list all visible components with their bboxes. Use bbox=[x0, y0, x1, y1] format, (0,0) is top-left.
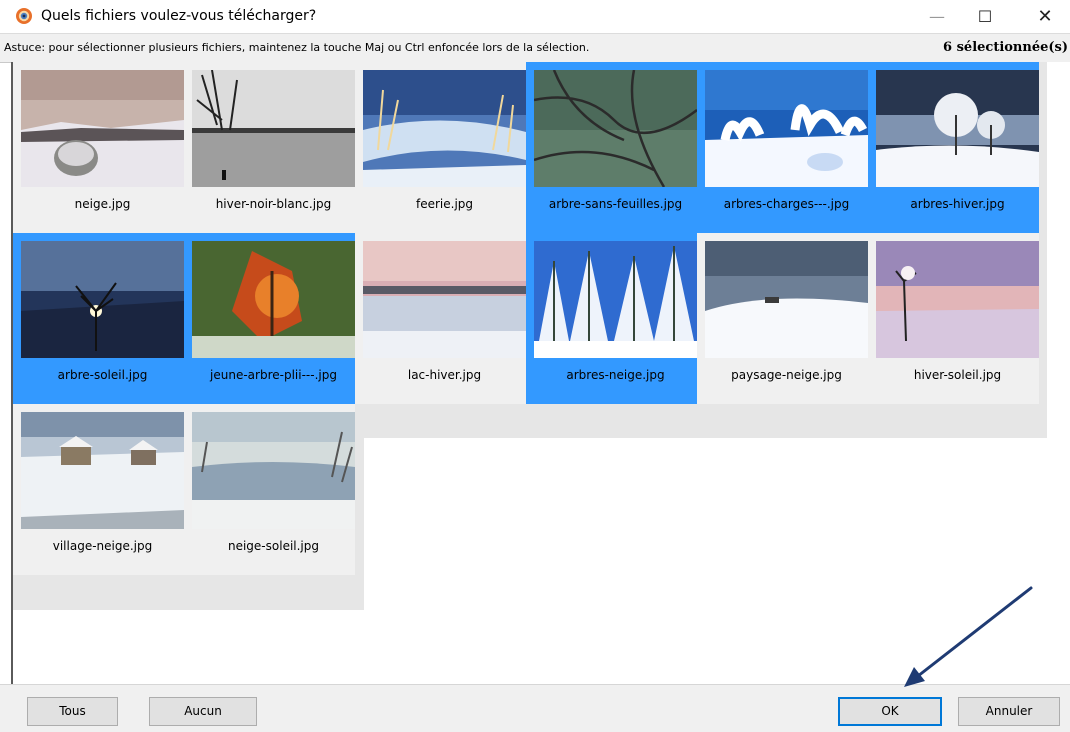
file-tile[interactable]: hiver-noir-blanc.jpg bbox=[184, 62, 355, 233]
file-tile[interactable]: arbre-sans-feuilles.jpg bbox=[526, 62, 697, 233]
file-name: lac-hiver.jpg bbox=[363, 358, 526, 393]
file-tile[interactable]: paysage-neige.jpg bbox=[697, 233, 868, 404]
file-name: arbre-sans-feuilles.jpg bbox=[534, 187, 697, 222]
file-thumbnail bbox=[363, 70, 526, 187]
select-none-button[interactable]: Aucun bbox=[149, 697, 257, 726]
window-title: Quels fichiers voulez-vous télécharger? bbox=[41, 8, 317, 24]
maximize-button[interactable]: ☐ bbox=[962, 0, 1008, 33]
file-name: arbres-hiver.jpg bbox=[876, 187, 1039, 222]
title-bar: Quels fichiers voulez-vous télécharger? … bbox=[0, 0, 1070, 33]
select-all-button[interactable]: Tous bbox=[27, 697, 118, 726]
file-name: arbres-charges---.jpg bbox=[705, 187, 868, 222]
hint-bar: Astuce: pour sélectionner plusieurs fich… bbox=[0, 33, 1070, 63]
file-thumbnail bbox=[876, 70, 1039, 187]
file-name: feerie.jpg bbox=[363, 187, 526, 222]
hint-text: Astuce: pour sélectionner plusieurs fich… bbox=[4, 41, 590, 54]
file-thumbnail bbox=[534, 70, 697, 187]
file-name: village-neige.jpg bbox=[21, 529, 184, 564]
minimize-button[interactable]: — bbox=[914, 0, 960, 33]
file-tile[interactable]: village-neige.jpg bbox=[13, 404, 184, 575]
file-tile[interactable]: arbres-charges---.jpg bbox=[697, 62, 868, 233]
file-tile[interactable]: arbre-soleil.jpg bbox=[13, 233, 184, 404]
cancel-button[interactable]: Annuler bbox=[958, 697, 1060, 726]
file-thumbnail bbox=[21, 241, 184, 358]
close-button[interactable]: ✕ bbox=[1022, 0, 1068, 33]
file-name: hiver-noir-blanc.jpg bbox=[192, 187, 355, 222]
file-thumbnail bbox=[705, 70, 868, 187]
file-tile[interactable]: jeune-arbre-plii---.jpg bbox=[184, 233, 355, 404]
file-name: jeune-arbre-plii---.jpg bbox=[192, 358, 355, 393]
file-tile[interactable]: arbres-neige.jpg bbox=[526, 233, 697, 404]
file-tile[interactable]: neige.jpg bbox=[13, 62, 184, 233]
file-thumbnail bbox=[192, 241, 355, 358]
file-thumbnail bbox=[876, 241, 1039, 358]
file-thumbnail bbox=[534, 241, 697, 358]
file-grid: neige.jpg hiver-noir-blanc.jpg feerie.jp… bbox=[11, 62, 1070, 684]
file-tile[interactable]: neige-soleil.jpg bbox=[184, 404, 355, 575]
file-thumbnail bbox=[192, 70, 355, 187]
file-tile[interactable]: hiver-soleil.jpg bbox=[868, 233, 1039, 404]
file-thumbnail bbox=[705, 241, 868, 358]
file-tile[interactable]: arbres-hiver.jpg bbox=[868, 62, 1039, 233]
ok-button[interactable]: OK bbox=[838, 697, 942, 726]
file-name: arbre-soleil.jpg bbox=[21, 358, 184, 393]
download-dialog: Quels fichiers voulez-vous télécharger? … bbox=[0, 0, 1070, 732]
file-tile[interactable]: feerie.jpg bbox=[355, 62, 526, 233]
file-thumbnail bbox=[363, 241, 526, 358]
file-name: arbres-neige.jpg bbox=[534, 358, 697, 393]
file-thumbnail bbox=[21, 412, 184, 529]
file-thumbnail bbox=[192, 412, 355, 529]
file-name: paysage-neige.jpg bbox=[705, 358, 868, 393]
file-tile[interactable]: lac-hiver.jpg bbox=[355, 233, 526, 404]
file-name: hiver-soleil.jpg bbox=[876, 358, 1039, 393]
selection-count: 6 sélectionnée(s) bbox=[943, 40, 1068, 55]
app-icon bbox=[16, 8, 32, 24]
button-bar: Tous Aucun OK Annuler bbox=[0, 684, 1070, 732]
file-name: neige.jpg bbox=[21, 187, 184, 222]
file-name: neige-soleil.jpg bbox=[192, 529, 355, 564]
file-thumbnail bbox=[21, 70, 184, 187]
